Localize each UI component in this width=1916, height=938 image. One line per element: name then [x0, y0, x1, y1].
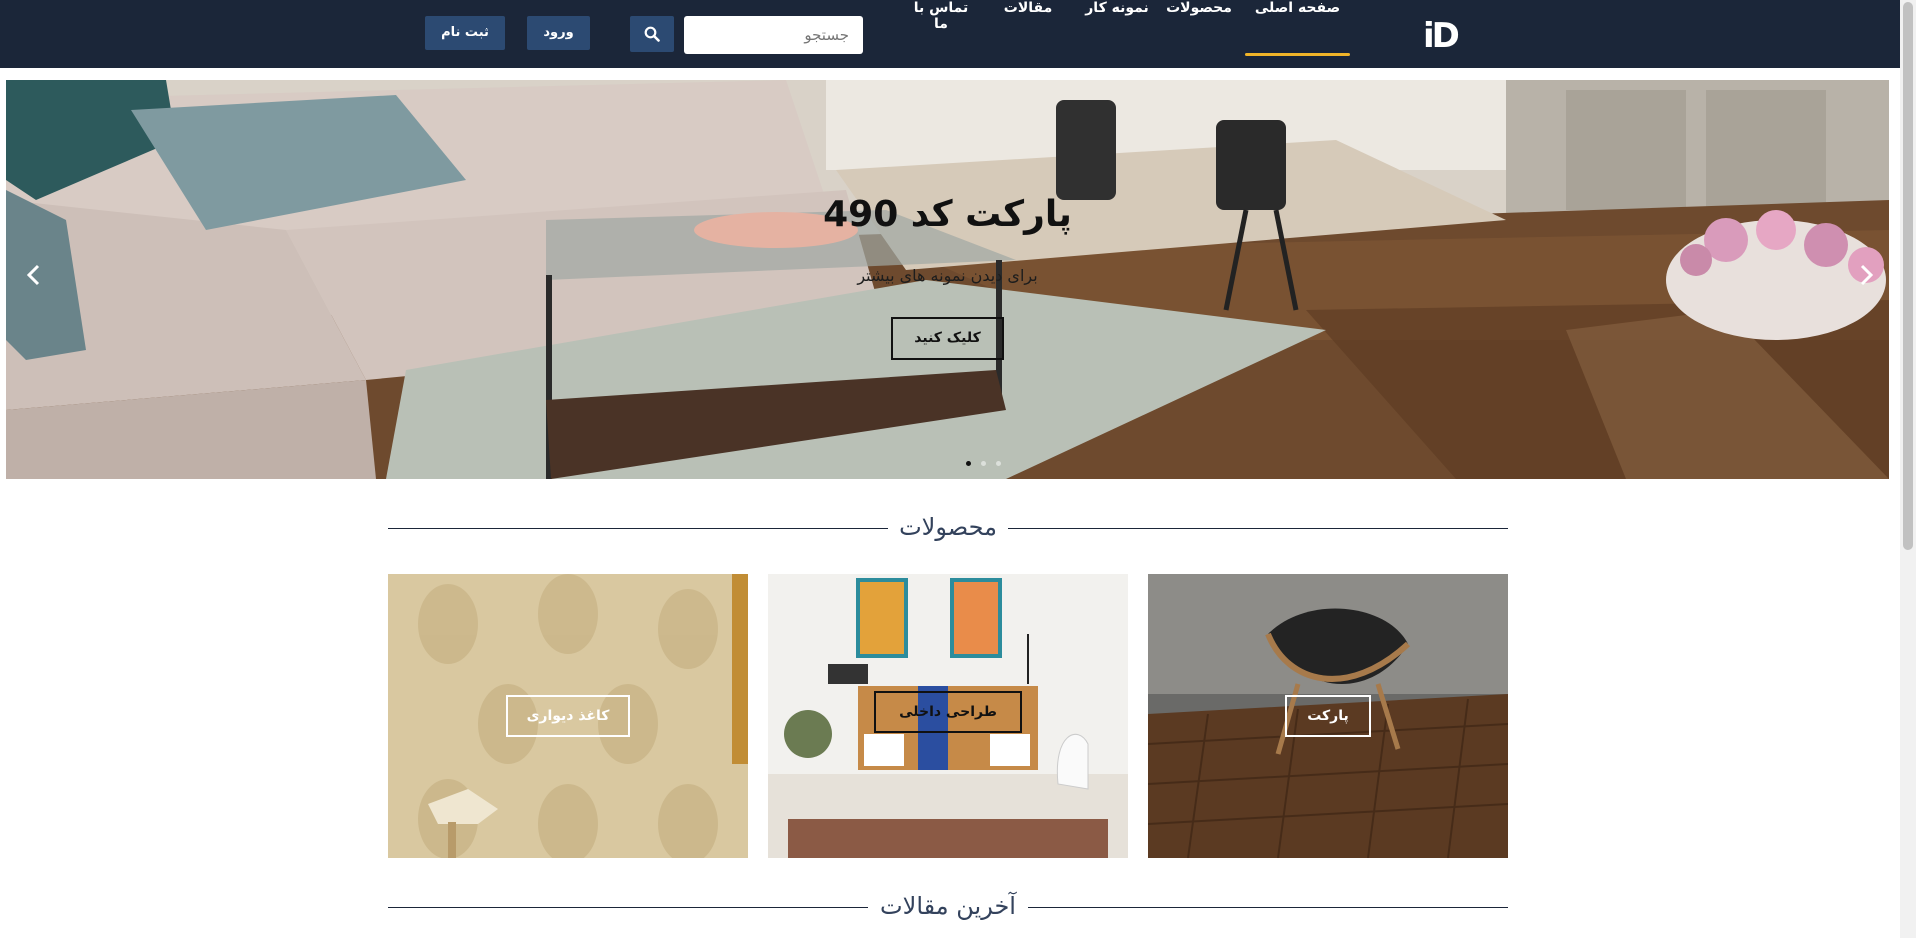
register-button[interactable]: ثبت نام	[425, 16, 505, 50]
nav-item-articles[interactable]: مقالات	[1002, 0, 1054, 68]
nav-item-contact[interactable]: تماس با ما	[906, 0, 976, 68]
nav-item-portfolio[interactable]: نمونه کار	[1080, 0, 1154, 68]
slider-dot[interactable]	[996, 461, 1001, 466]
page-scrollbar[interactable]	[1900, 0, 1916, 938]
product-card-parquet[interactable]: پارکت	[1148, 574, 1508, 858]
products-heading: محصولات	[899, 513, 997, 541]
nav-item-home[interactable]: صفحه اصلی	[1245, 0, 1350, 68]
products-section-heading: محصولات	[388, 507, 1508, 547]
top-navbar: iD صفحه اصلی محصولات نمونه کار مقالات تم…	[0, 0, 1900, 68]
hero-slider: پارکت کد 490 برای دیدن نمونه های بیشتر ک…	[6, 80, 1889, 479]
slider-prev-arrow-icon[interactable]	[22, 260, 46, 290]
articles-heading: آخرین مقالات	[880, 892, 1016, 920]
site-logo[interactable]: iD	[1423, 17, 1463, 55]
articles-section-heading: آخرین مقالات	[388, 886, 1508, 926]
login-button[interactable]: ورود	[527, 16, 590, 50]
scrollbar-thumb[interactable]	[1903, 2, 1913, 550]
logo-text: iD	[1423, 16, 1460, 56]
product-card-interior-design[interactable]: طراحی داخلی	[768, 574, 1128, 858]
product-button-parquet[interactable]: پارکت	[1285, 695, 1371, 737]
slide-subtitle: برای دیدن نمونه های بیشتر	[857, 266, 1038, 285]
slide-title: پارکت کد 490	[823, 194, 1072, 235]
slider-next-arrow-icon[interactable]	[1854, 260, 1878, 290]
slider-dots	[966, 461, 1001, 466]
product-button-wallpaper[interactable]: کاغذ دیواری	[506, 695, 630, 737]
slider-dot[interactable]	[966, 461, 971, 466]
product-card-wallpaper[interactable]: کاغذ دیواری	[388, 574, 748, 858]
search-button[interactable]	[630, 16, 674, 52]
nav-item-products[interactable]: محصولات	[1162, 0, 1236, 68]
slide-cta-button[interactable]: کلیک کنید	[891, 317, 1004, 360]
search-input[interactable]	[684, 16, 863, 54]
slider-dot[interactable]	[981, 461, 986, 466]
search-icon	[644, 26, 660, 42]
product-button-interior-design[interactable]: طراحی داخلی	[874, 691, 1022, 733]
